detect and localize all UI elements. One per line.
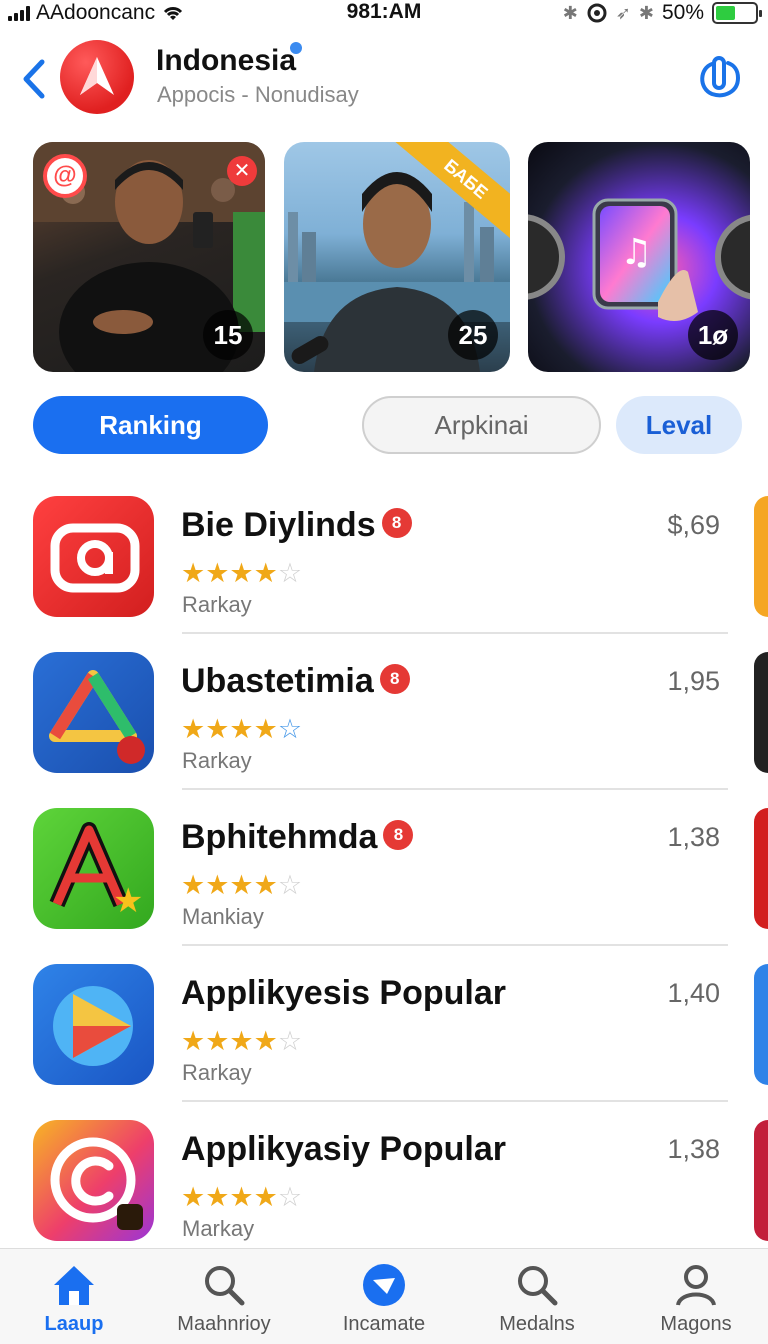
featured-banner-2[interactable]: БАБЕ 25 bbox=[284, 142, 510, 372]
badge-icon: 8 bbox=[381, 508, 412, 539]
divider bbox=[182, 944, 728, 946]
featured-banner-1[interactable]: @ ✕ 15 bbox=[33, 142, 265, 372]
list-item[interactable]: Bie Diylinds 8 ★★★★☆ Rarkay $,69 bbox=[0, 496, 768, 652]
tab-search[interactable]: Maahnrioy bbox=[154, 1249, 294, 1344]
search-icon bbox=[200, 1261, 248, 1309]
ranking-button[interactable]: Ranking bbox=[33, 396, 268, 454]
wifi-icon bbox=[164, 7, 183, 20]
page-title-text: Indonesia bbox=[156, 44, 297, 77]
next-column-peek bbox=[754, 808, 768, 929]
tab-label: Magons bbox=[660, 1313, 732, 1335]
page-title: Indonesia bbox=[156, 42, 303, 78]
app-subtitle: Rarkay bbox=[182, 1060, 252, 1085]
share-icon bbox=[700, 56, 741, 98]
app-name: Bphitehmda 8 bbox=[181, 818, 414, 857]
star-rating: ★★★★☆ bbox=[181, 1182, 303, 1212]
featured-banner-3[interactable]: ♫ 1ø bbox=[528, 142, 750, 372]
triangle-app-icon bbox=[33, 652, 154, 773]
list-item[interactable]: Applikyesis Popular ★★★★☆ Rarkay 1,40 bbox=[0, 964, 768, 1120]
star-rating: ★★★★☆ bbox=[181, 870, 303, 900]
battery-fill bbox=[716, 6, 735, 20]
status-bar: AAdooncanc 981:AM ✱ ➶ ✱ 50% bbox=[0, 0, 768, 26]
star-rating: ★★★★☆ bbox=[181, 714, 303, 744]
camera-badge-icon: @ bbox=[43, 154, 87, 198]
battery-icon bbox=[712, 2, 762, 24]
play-app-icon bbox=[33, 964, 154, 1085]
app-name-text: Ubastetimia bbox=[181, 662, 374, 700]
header: Indonesia Appocis - Nonudisay bbox=[0, 30, 768, 130]
bluetooth-icon-2: ✱ bbox=[638, 2, 654, 23]
play-circle-icon bbox=[360, 1261, 408, 1309]
svg-text:★: ★ bbox=[113, 881, 143, 921]
carrier-name: AAdooncanc bbox=[36, 1, 156, 24]
app-name-text: Applikyasiy Popular bbox=[181, 1130, 506, 1168]
signal-icon bbox=[8, 5, 30, 21]
star-rating: ★★★★☆ bbox=[181, 558, 303, 588]
arrow-logo-icon bbox=[80, 57, 114, 95]
next-column-peek bbox=[754, 1120, 768, 1241]
home-icon bbox=[50, 1261, 98, 1309]
tab-account[interactable]: Magons bbox=[626, 1249, 766, 1344]
tab-home[interactable]: Laaup bbox=[4, 1249, 144, 1344]
app-subtitle: Rarkay bbox=[182, 748, 252, 773]
bluetooth-icon: ✱ bbox=[562, 2, 578, 23]
badge-icon: 8 bbox=[379, 664, 410, 695]
banner-count: 25 bbox=[448, 310, 498, 360]
banner-count: 15 bbox=[203, 310, 253, 360]
letter-a-app-icon: ★ bbox=[33, 808, 154, 929]
app-name-text: Bie Diylinds bbox=[181, 506, 376, 544]
location-icon: ➶ bbox=[615, 2, 631, 23]
list-item[interactable]: ★ Bphitehmda 8 ★★★★☆ Mankiay 1,38 bbox=[0, 808, 768, 964]
app-price: $,69 bbox=[667, 510, 720, 540]
tab-bar: Laaup Maahnrioy Incamate Medalns Magons bbox=[0, 1248, 768, 1344]
chevron-left-icon bbox=[23, 59, 45, 99]
badge-icon: 8 bbox=[383, 820, 414, 851]
tab-label: Laaup bbox=[44, 1313, 104, 1335]
banner-count: 1ø bbox=[688, 310, 738, 360]
app-name: Applikyasiy Popular bbox=[181, 1130, 506, 1169]
app-price: 1,38 bbox=[667, 1134, 720, 1164]
next-column-peek bbox=[754, 652, 768, 773]
close-icon[interactable]: ✕ bbox=[227, 156, 257, 186]
divider bbox=[182, 632, 728, 634]
app-price: 1,38 bbox=[667, 822, 720, 852]
level-button[interactable]: Leval bbox=[616, 396, 742, 454]
app-name-text: Bphitehmda bbox=[181, 818, 378, 856]
tab-label: Medalns bbox=[499, 1313, 575, 1335]
list-item[interactable]: Ubastetimia 8 ★★★★☆ Rarkay 1,95 bbox=[0, 652, 768, 808]
page-subtitle: Appocis - Nonudisay bbox=[157, 82, 359, 107]
star-rating: ★★★★☆ bbox=[181, 1026, 303, 1056]
back-button[interactable] bbox=[18, 54, 52, 104]
next-column-peek bbox=[754, 964, 768, 1085]
verified-dot bbox=[290, 42, 303, 54]
tab-label: Maahnrioy bbox=[177, 1313, 271, 1335]
next-column-peek bbox=[754, 496, 768, 617]
tab-play[interactable]: Incamate bbox=[314, 1249, 454, 1344]
person-icon bbox=[672, 1261, 720, 1309]
app-subtitle: Mankiay bbox=[182, 904, 264, 929]
svg-text:♫: ♫ bbox=[620, 232, 652, 273]
status-right: ✱ ➶ ✱ 50% bbox=[562, 0, 762, 26]
app-price: 1,95 bbox=[667, 666, 720, 696]
divider bbox=[182, 788, 728, 790]
app-subtitle: Rarkay bbox=[182, 592, 252, 617]
battery-text: 50% bbox=[661, 1, 704, 24]
app-name-text: Applikyesis Popular bbox=[181, 974, 506, 1012]
app-logo bbox=[60, 40, 134, 114]
app-name: Ubastetimia 8 bbox=[181, 662, 410, 701]
app-name: Bie Diylinds 8 bbox=[181, 506, 412, 545]
app-price: 1,40 bbox=[667, 978, 720, 1008]
divider bbox=[182, 1100, 728, 1102]
share-button[interactable] bbox=[694, 52, 746, 104]
tab-label: Incamate bbox=[342, 1313, 426, 1335]
camera-app-icon bbox=[33, 496, 154, 617]
search-icon bbox=[513, 1261, 561, 1309]
tab-media[interactable]: Medalns bbox=[467, 1249, 607, 1344]
app-name: Applikyesis Popular bbox=[181, 974, 506, 1013]
status-left: AAdooncanc bbox=[8, 0, 185, 26]
rotation-lock-icon bbox=[587, 3, 607, 23]
app-subtitle: Markay bbox=[182, 1216, 255, 1241]
circle-c-app-icon bbox=[33, 1120, 154, 1241]
applikasi-button[interactable]: Arpkinai bbox=[362, 396, 601, 454]
